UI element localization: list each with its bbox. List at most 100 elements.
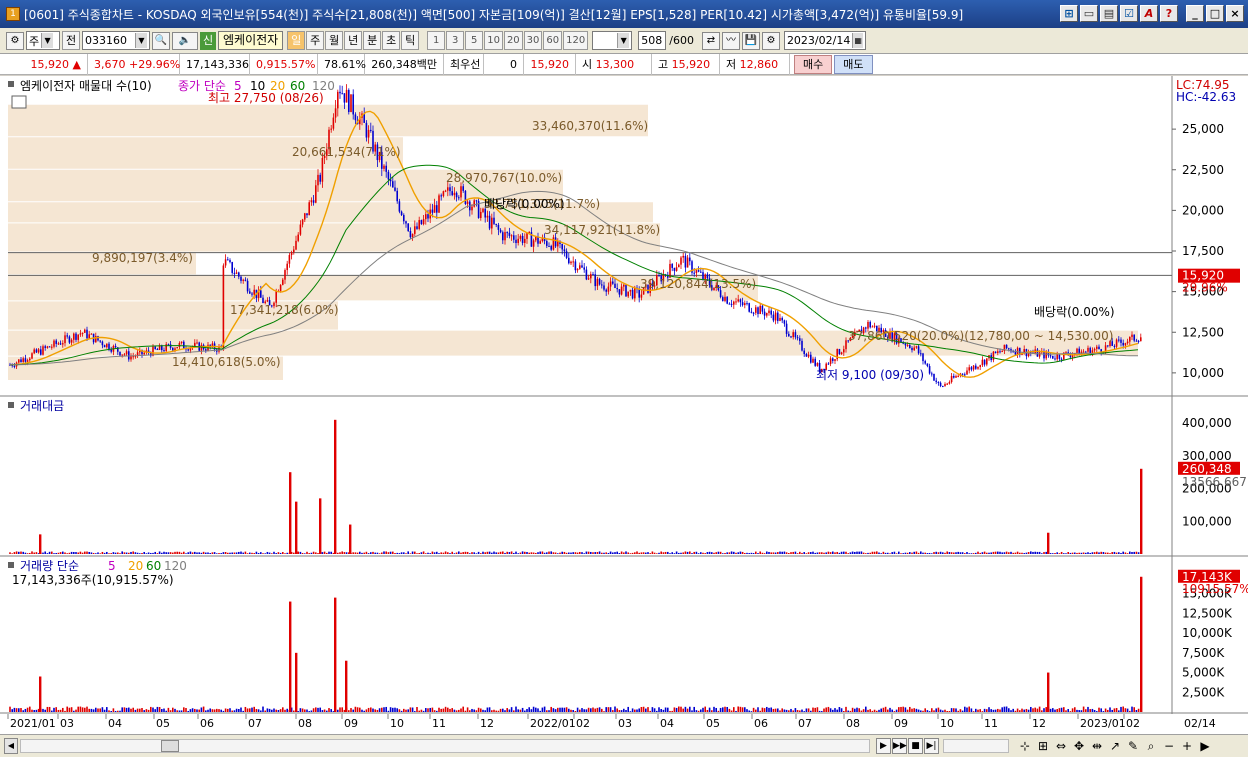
amount-bar xyxy=(163,551,165,554)
interval-button-7[interactable]: 120 xyxy=(563,31,589,50)
amount-bar xyxy=(240,551,242,554)
chart-tool-icon[interactable]: ⇄ xyxy=(701,31,720,50)
period-button-4[interactable]: 분 xyxy=(363,31,382,50)
open-value: 13,300 xyxy=(595,57,635,71)
play-icon[interactable]: ▶ xyxy=(876,738,891,754)
interval-button-3[interactable]: 10 xyxy=(484,31,503,50)
gear-icon[interactable]: ⚙ xyxy=(761,31,780,50)
interval-button-6[interactable]: 60 xyxy=(543,31,563,50)
open-label: 시 xyxy=(582,57,593,71)
volume-bar xyxy=(992,709,995,712)
volume-bar xyxy=(836,709,838,712)
candle-body xyxy=(180,341,183,344)
scroll-left-icon[interactable]: ◀ xyxy=(4,738,18,754)
volume-bar xyxy=(651,707,654,712)
volume-bar xyxy=(662,709,665,712)
volume-bar xyxy=(163,708,165,712)
volume-bar xyxy=(656,710,658,712)
volume-bar xyxy=(9,706,11,712)
speaker-icon[interactable]: 🔈 xyxy=(172,31,198,50)
candle-body xyxy=(414,226,416,234)
tile-icon[interactable]: ▭ xyxy=(1080,5,1098,22)
amount-bar xyxy=(583,553,585,554)
amount-bar xyxy=(147,552,150,554)
trend-icon[interactable]: ↗ xyxy=(1107,738,1123,754)
calendar-icon[interactable]: ▦ xyxy=(852,33,863,48)
check-icon[interactable]: ☑ xyxy=(1120,5,1138,22)
period-button-0[interactable]: 일 xyxy=(287,31,306,50)
period-button-6[interactable]: 틱 xyxy=(401,31,420,50)
shin-badge[interactable]: 신 xyxy=(200,31,216,50)
volume-bar xyxy=(1122,706,1124,712)
interval-button-0[interactable]: 1 xyxy=(427,31,446,50)
magnify-icon[interactable]: ⌕ xyxy=(1143,738,1159,754)
candle-body xyxy=(407,223,409,232)
skip-end-icon[interactable]: ▶| xyxy=(924,738,939,754)
candle-body xyxy=(400,211,403,216)
scroll-right-icon[interactable]: ▶ xyxy=(1197,738,1213,754)
date-input[interactable]: 2023/02/14 ▦ xyxy=(783,31,866,50)
count-input[interactable]: 508 xyxy=(638,31,667,50)
amount-bar xyxy=(304,553,306,554)
search-icon[interactable]: 🔍 xyxy=(152,31,170,50)
save-icon[interactable]: 💾 xyxy=(741,31,760,50)
chart-area[interactable]: 33,460,370(11.6%)20,661,534(7.1%)28,970,… xyxy=(0,76,1248,736)
candle-body xyxy=(735,301,737,303)
candle-body xyxy=(968,367,970,371)
close-icon[interactable]: × xyxy=(1226,5,1244,22)
amount-bar xyxy=(796,553,799,554)
minimize-icon[interactable]: _ xyxy=(1186,5,1204,22)
fast-forward-icon[interactable]: ▶▶ xyxy=(892,738,907,754)
buy-button[interactable]: 매수 xyxy=(794,54,833,74)
volume-bar xyxy=(79,706,82,712)
period-button-3[interactable]: 년 xyxy=(344,31,363,50)
stop-icon[interactable]: ■ xyxy=(908,738,923,754)
pen-icon[interactable]: ✎ xyxy=(1125,738,1141,754)
volume-bar xyxy=(493,709,495,712)
interval-button-1[interactable]: 3 xyxy=(446,31,465,50)
volume-bar xyxy=(1058,708,1061,712)
volume-bar xyxy=(975,708,977,712)
zoom-track[interactable] xyxy=(943,739,1009,753)
period-button-5[interactable]: 초 xyxy=(382,31,401,50)
candle-body xyxy=(583,267,585,270)
amount-bar xyxy=(112,552,115,554)
interval-button-4[interactable]: 20 xyxy=(503,31,523,50)
price-tick-label: 22,500 xyxy=(1182,163,1224,177)
indicator-icon[interactable]: 〰 xyxy=(721,31,740,50)
settings-icon[interactable]: ⚙ xyxy=(6,31,24,50)
scroll-track[interactable] xyxy=(20,739,870,753)
volume-profile-label: 37,860,520(20.0%)(12,780,00 ~ 14,530.00) xyxy=(848,329,1113,343)
arrows-icon[interactable]: ⇔ xyxy=(1053,738,1069,754)
layout-icon[interactable]: ▤ xyxy=(1100,5,1118,22)
volume-bar xyxy=(35,709,38,712)
link-icon[interactable]: ⊞ xyxy=(1060,5,1078,22)
sell-button[interactable]: 매도 xyxy=(834,54,873,74)
interval-button-2[interactable]: 5 xyxy=(465,31,484,50)
amount-bar xyxy=(1115,552,1118,554)
period-button-2[interactable]: 월 xyxy=(325,31,344,50)
font-icon[interactable]: A xyxy=(1140,5,1158,22)
grid-icon[interactable]: ⊞ xyxy=(1035,738,1051,754)
zoom-in-icon[interactable]: + xyxy=(1179,738,1195,754)
help-icon[interactable]: ? xyxy=(1160,5,1178,22)
move-icon[interactable]: ✥ xyxy=(1071,738,1087,754)
amount-bar xyxy=(504,552,506,554)
measure-icon[interactable]: ⇹ xyxy=(1089,738,1105,754)
crosshair-icon[interactable]: ⊹ xyxy=(1017,738,1033,754)
volume-bar xyxy=(119,710,121,712)
candle-body xyxy=(680,257,682,265)
zoom-out-icon[interactable]: − xyxy=(1161,738,1177,754)
interval-button-5[interactable]: 30 xyxy=(523,31,543,50)
type-combo[interactable]: 주 ▼ xyxy=(26,31,60,50)
code-input[interactable]: 033160 ▼ xyxy=(82,31,150,50)
all-button[interactable]: 전 xyxy=(62,31,80,50)
scroll-thumb[interactable] xyxy=(161,740,179,752)
period-button-1[interactable]: 주 xyxy=(306,31,325,50)
interval-combo[interactable]: ▼ xyxy=(592,31,633,50)
volume-bar xyxy=(755,709,757,712)
amount-bar xyxy=(862,552,865,554)
maximize-icon[interactable]: □ xyxy=(1206,5,1224,22)
ask-value: 15,920 xyxy=(524,53,576,75)
candle-body xyxy=(741,302,744,306)
